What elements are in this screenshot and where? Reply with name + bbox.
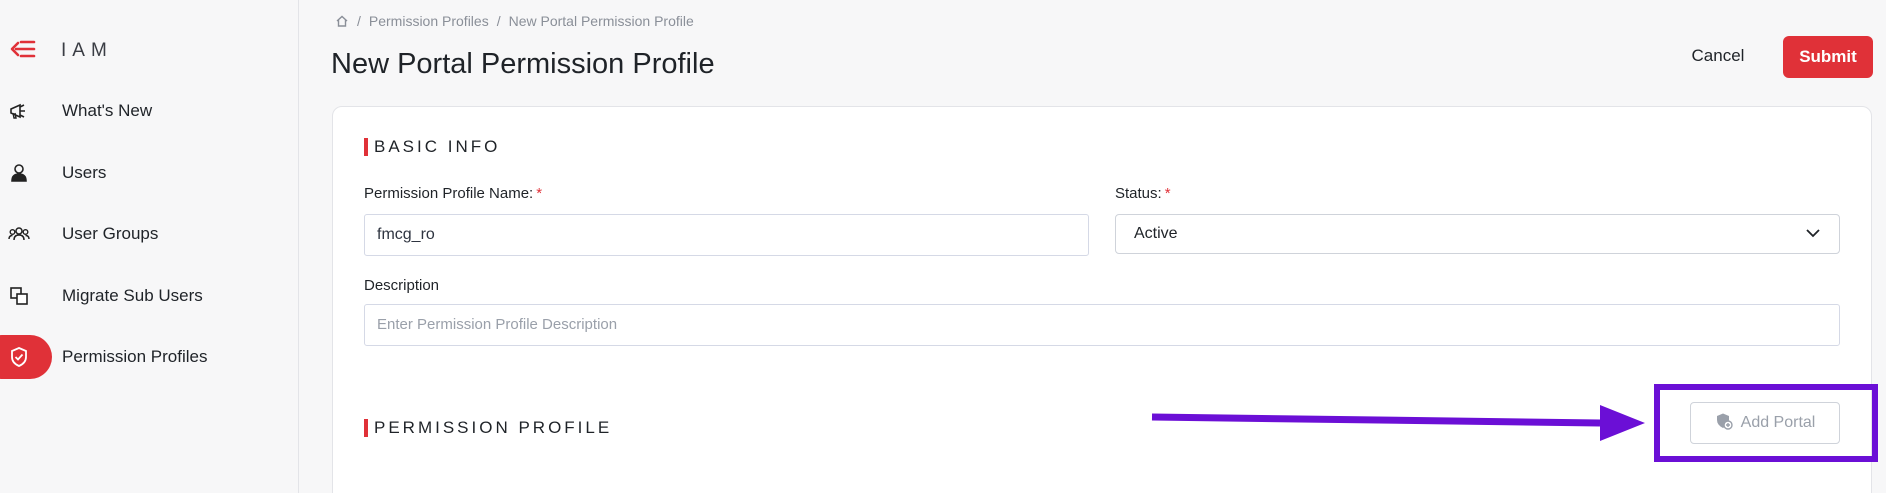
label-text: Permission Profile Name: — [364, 185, 534, 202]
brand-name: IAM — [61, 40, 113, 61]
submit-button[interactable]: Submit — [1783, 36, 1873, 78]
chevron-down-icon — [1805, 225, 1821, 243]
section-title-basic-info: BASIC INFO — [364, 137, 500, 157]
cancel-button[interactable]: Cancel — [1670, 36, 1766, 76]
collapse-menu-icon[interactable] — [10, 38, 36, 60]
page-title: New Portal Permission Profile — [331, 48, 715, 80]
section-title-permission-profile: PERMISSION PROFILE — [364, 418, 612, 438]
breadcrumb: / Permission Profiles / New Portal Permi… — [335, 13, 694, 29]
sidebar-item-user-groups[interactable]: User Groups — [0, 212, 299, 256]
label-text: Status: — [1115, 185, 1162, 202]
sidebar-item-permission-profiles[interactable]: Permission Profiles — [0, 335, 299, 379]
sidebar-item-label: Migrate Sub Users — [62, 286, 203, 305]
megaphone-icon — [8, 100, 30, 122]
brand: IAM — [0, 34, 299, 66]
breadcrumb-separator: / — [496, 13, 501, 29]
annotation-arrow — [1151, 405, 1645, 441]
description-label: Description — [364, 277, 440, 294]
permission-profile-name-input[interactable] — [364, 214, 1089, 256]
breadcrumb-item-permission-profiles[interactable]: Permission Profiles — [369, 13, 489, 29]
required-mark: * — [1164, 185, 1171, 202]
sidebar-item-label: Users — [62, 163, 107, 182]
sidebar-item-label: What's New — [62, 101, 153, 120]
sidebar-item-label: User Groups — [62, 224, 159, 243]
sidebar-item-users[interactable]: Users — [0, 151, 299, 195]
annotation-highlight-box — [1654, 384, 1878, 462]
home-icon[interactable] — [335, 14, 349, 28]
required-mark: * — [536, 185, 543, 202]
sidebar-item-label: Permission Profiles — [62, 347, 208, 366]
status-label: Status: * — [1115, 185, 1171, 202]
permission-profile-name-label: Permission Profile Name: * — [364, 185, 542, 202]
sidebar: IAM What's New Users User Groups Migrate… — [0, 0, 299, 493]
sidebar-item-whats-new[interactable]: What's New — [0, 89, 299, 133]
status-select[interactable]: Active — [1115, 214, 1840, 254]
migrate-icon — [8, 285, 30, 307]
breadcrumb-item-current: New Portal Permission Profile — [508, 13, 694, 29]
description-input[interactable] — [364, 304, 1840, 346]
status-selected-value: Active — [1134, 225, 1178, 242]
user-groups-icon — [8, 223, 30, 245]
breadcrumb-separator: / — [357, 13, 361, 29]
shield-icon — [8, 346, 30, 368]
sidebar-item-migrate-sub-users[interactable]: Migrate Sub Users — [0, 274, 299, 318]
user-icon — [8, 162, 30, 184]
